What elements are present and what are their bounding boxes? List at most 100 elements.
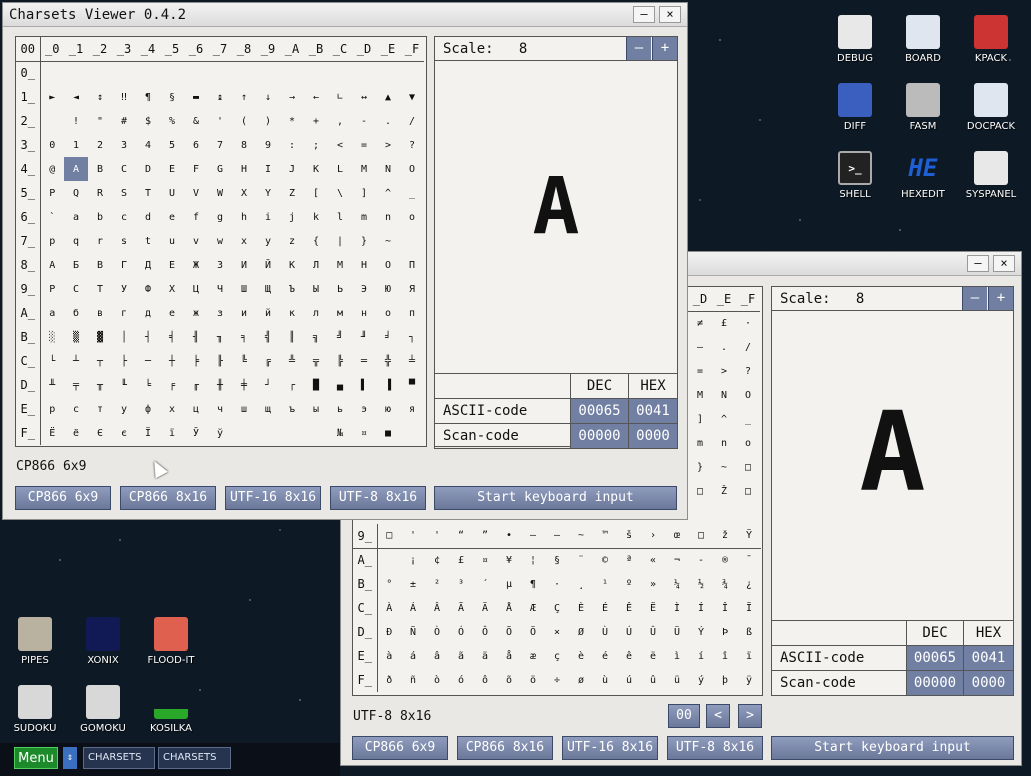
char-cell[interactable] bbox=[40, 109, 64, 133]
char-cell[interactable]: п bbox=[400, 301, 424, 325]
char-cell[interactable] bbox=[136, 61, 160, 85]
char-cell[interactable]: æ bbox=[521, 644, 545, 668]
char-cell[interactable]: ~ bbox=[712, 455, 736, 479]
char-cell[interactable]: ë bbox=[641, 644, 665, 668]
char-cell[interactable]: u bbox=[160, 229, 184, 253]
char-cell[interactable]: : bbox=[280, 133, 304, 157]
char-cell[interactable]: ╚ bbox=[232, 349, 256, 373]
char-cell[interactable]: ï bbox=[737, 644, 761, 668]
char-cell[interactable]: █ bbox=[304, 373, 328, 397]
char-cell[interactable]: ▲ bbox=[376, 85, 400, 109]
char-cell[interactable]: 4 bbox=[136, 133, 160, 157]
char-cell[interactable]: * bbox=[280, 109, 304, 133]
char-cell[interactable]: у bbox=[112, 397, 136, 421]
char-cell[interactable]: ╔ bbox=[256, 349, 280, 373]
char-cell[interactable]: н bbox=[352, 301, 376, 325]
charset-button-utf-8-8x16[interactable]: UTF-8 8x16 bbox=[330, 486, 426, 510]
char-cell[interactable]: ½ bbox=[689, 572, 713, 596]
char-cell[interactable]: ← bbox=[304, 85, 328, 109]
char-cell[interactable]: Х bbox=[160, 277, 184, 301]
close-button[interactable]: × bbox=[659, 6, 681, 23]
char-cell[interactable]: £ bbox=[712, 311, 736, 335]
char-cell[interactable]: ¼ bbox=[665, 572, 689, 596]
char-cell[interactable]: ~ bbox=[569, 524, 593, 549]
char-cell[interactable]: ä bbox=[473, 644, 497, 668]
char-cell[interactable] bbox=[280, 421, 304, 445]
char-cell[interactable]: G bbox=[208, 157, 232, 181]
char-cell[interactable]: i bbox=[256, 205, 280, 229]
char-cell[interactable]: . bbox=[712, 335, 736, 359]
char-cell[interactable]: . bbox=[376, 109, 400, 133]
char-cell[interactable]: W bbox=[208, 181, 232, 205]
char-cell[interactable] bbox=[280, 61, 304, 85]
char-cell[interactable]: A bbox=[64, 157, 88, 181]
char-cell[interactable]: « bbox=[641, 548, 665, 572]
char-cell[interactable]: Ê bbox=[617, 596, 641, 620]
char-cell[interactable]: ╬ bbox=[376, 349, 400, 373]
char-cell[interactable]: ~ bbox=[376, 229, 400, 253]
char-cell[interactable]: , bbox=[328, 109, 352, 133]
char-cell[interactable]: ▒ bbox=[64, 325, 88, 349]
char-cell[interactable]: < bbox=[328, 133, 352, 157]
char-cell[interactable]: è bbox=[569, 644, 593, 668]
char-cell[interactable]: ù bbox=[593, 668, 617, 692]
char-cell[interactable]: □ bbox=[689, 524, 713, 549]
char-cell[interactable]: ┤ bbox=[136, 325, 160, 349]
char-cell[interactable]: Я bbox=[400, 277, 424, 301]
char-cell[interactable]: ê bbox=[617, 644, 641, 668]
char-cell[interactable]: Ò bbox=[425, 620, 449, 644]
char-cell[interactable]: ═ bbox=[352, 349, 376, 373]
char-cell[interactable]: ▓ bbox=[88, 325, 112, 349]
char-cell[interactable]: Ä bbox=[473, 596, 497, 620]
char-cell[interactable]: C bbox=[112, 157, 136, 181]
char-cell[interactable]: Î bbox=[713, 596, 737, 620]
start-keyboard-input-button[interactable]: Start keyboard input bbox=[434, 486, 677, 510]
desktop-icon-kpack[interactable]: KPACK bbox=[957, 15, 1025, 64]
char-cell[interactable]: N bbox=[376, 157, 400, 181]
char-cell[interactable]: Л bbox=[304, 253, 328, 277]
task-switch-icon[interactable]: ⇕ bbox=[63, 747, 77, 769]
char-cell[interactable] bbox=[256, 421, 280, 445]
char-cell[interactable]: ¸ bbox=[569, 572, 593, 596]
char-cell[interactable]: h bbox=[232, 205, 256, 229]
char-cell[interactable]: > bbox=[376, 133, 400, 157]
char-cell[interactable]: / bbox=[400, 109, 424, 133]
char-cell[interactable]: y bbox=[256, 229, 280, 253]
char-cell[interactable]: ^ bbox=[712, 407, 736, 431]
char-cell[interactable]: О bbox=[376, 253, 400, 277]
char-cell[interactable]: š bbox=[617, 524, 641, 549]
desktop-icon-xonix[interactable]: XONIX bbox=[69, 617, 137, 666]
desktop-icon-syspanel[interactable]: SYSPANEL bbox=[957, 151, 1025, 200]
char-cell[interactable]: À bbox=[377, 596, 401, 620]
char-cell[interactable]: é bbox=[593, 644, 617, 668]
char-cell[interactable] bbox=[184, 61, 208, 85]
char-cell[interactable]: ↑ bbox=[232, 85, 256, 109]
char-cell[interactable]: я bbox=[400, 397, 424, 421]
char-cell[interactable]: ╕ bbox=[232, 325, 256, 349]
char-cell[interactable]: В bbox=[88, 253, 112, 277]
char-cell[interactable]: Т bbox=[88, 277, 112, 301]
char-cell[interactable]: ь bbox=[328, 397, 352, 421]
char-cell[interactable]: q bbox=[64, 229, 88, 253]
desktop-icon-flood-it[interactable]: FLOOD-IT bbox=[137, 617, 205, 666]
char-cell[interactable]: ─ bbox=[136, 349, 160, 373]
char-cell[interactable]: 6 bbox=[184, 133, 208, 157]
minimize-button[interactable]: – bbox=[967, 255, 989, 272]
char-cell[interactable]: þ bbox=[713, 668, 737, 692]
char-cell[interactable]: ® bbox=[713, 548, 737, 572]
char-cell[interactable]: ┘ bbox=[256, 373, 280, 397]
char-cell[interactable]: § bbox=[545, 548, 569, 572]
char-cell[interactable]: ø bbox=[569, 668, 593, 692]
char-cell[interactable]: ├ bbox=[112, 349, 136, 373]
char-cell[interactable]: Ч bbox=[208, 277, 232, 301]
char-cell[interactable]: Ö bbox=[521, 620, 545, 644]
char-cell[interactable]: ³ bbox=[449, 572, 473, 596]
char-cell[interactable]: Ъ bbox=[280, 277, 304, 301]
char-cell[interactable]: И bbox=[232, 253, 256, 277]
char-cell[interactable]: Е bbox=[160, 253, 184, 277]
char-cell[interactable]: / bbox=[736, 335, 760, 359]
char-cell[interactable]: Ð bbox=[377, 620, 401, 644]
char-cell[interactable]: ò bbox=[425, 668, 449, 692]
char-cell[interactable]: ' bbox=[401, 524, 425, 549]
char-cell[interactable]: Z bbox=[280, 181, 304, 205]
